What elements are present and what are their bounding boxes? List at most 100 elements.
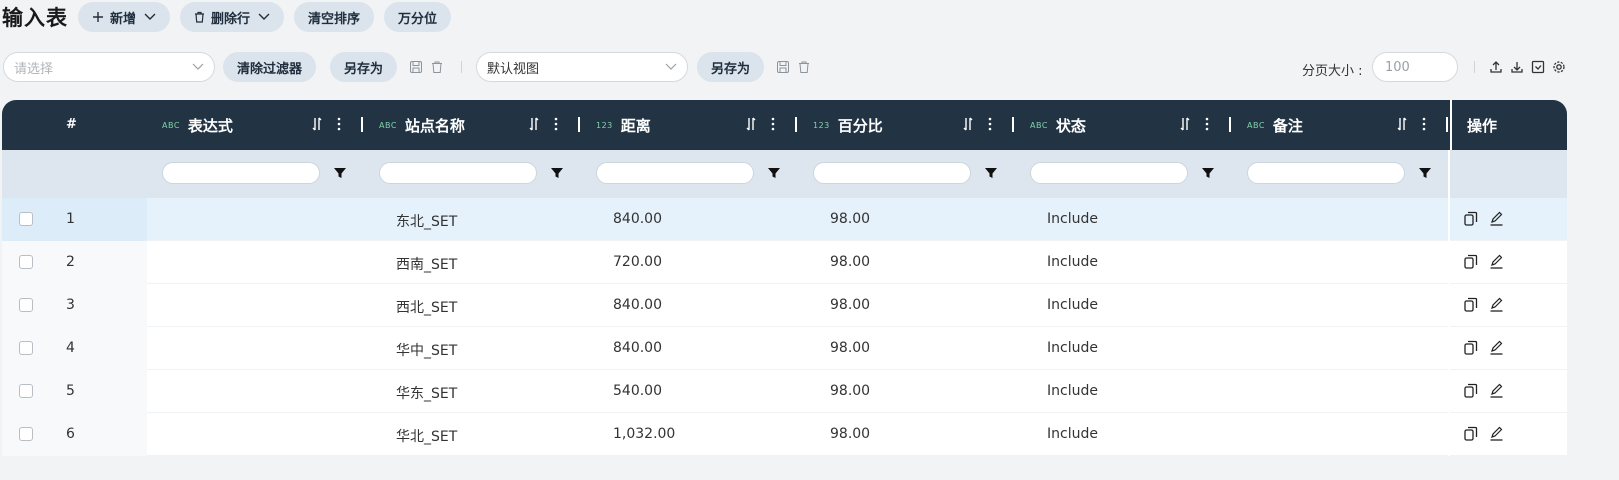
column-header[interactable]: ABC 表达式 [162,100,233,150]
table-row[interactable]: 4 华中_SET 840.00 98.00 Include [2,327,1567,370]
sort-icon[interactable] [746,117,756,131]
delete-row-button[interactable]: 删除行 [180,2,285,32]
filter-icon[interactable] [333,166,347,180]
sort-icon[interactable] [529,117,539,131]
edit-icon[interactable] [1489,340,1504,355]
thousands-button[interactable]: 万分位 [384,2,452,32]
more-icon[interactable] [771,117,775,131]
row-checkbox[interactable] [19,384,33,398]
column-filter-input[interactable] [379,162,537,184]
cell-distance[interactable]: 540.00 [613,383,662,399]
sort-icon[interactable] [1397,117,1407,131]
row-checkbox[interactable] [19,255,33,269]
filter-icon[interactable] [767,166,781,180]
more-icon[interactable] [988,117,992,131]
column-resize-handle[interactable] [795,117,797,132]
copy-icon[interactable] [1464,211,1478,226]
download-icon[interactable] [1510,60,1524,74]
table-row[interactable]: 3 西北_SET 840.00 98.00 Include [2,284,1567,327]
column-resize-handle[interactable] [1229,117,1231,132]
sort-icon[interactable] [963,117,973,131]
cell-status[interactable]: Include [1047,383,1098,399]
column-resize-handle[interactable] [1446,117,1448,132]
gear-icon[interactable] [1552,60,1566,74]
clear-filter-button[interactable]: 清除过滤器 [223,52,317,82]
cell-status[interactable]: Include [1047,254,1098,270]
clear-sort-button[interactable]: 清空排序 [294,2,375,32]
more-icon[interactable] [337,117,341,131]
cell-site[interactable]: 西北_SET [396,297,457,317]
cell-status[interactable]: Include [1047,297,1098,313]
column-resize-handle[interactable] [578,117,580,132]
cell-status[interactable]: Include [1047,340,1098,356]
cell-percent[interactable]: 98.00 [830,211,870,227]
column-header[interactable]: 123 百分比 [813,100,883,150]
filter-icon[interactable] [1418,166,1432,180]
cell-site[interactable]: 西南_SET [396,254,457,274]
edit-icon[interactable] [1489,211,1504,226]
column-filter-input[interactable] [813,162,971,184]
column-filter-input[interactable] [596,162,754,184]
more-icon[interactable] [554,117,558,131]
cell-percent[interactable]: 98.00 [830,254,870,270]
cell-site[interactable]: 华东_SET [396,383,457,403]
filter-icon[interactable] [984,166,998,180]
column-header[interactable]: ABC 备注 [1247,100,1303,150]
cell-distance[interactable]: 840.00 [613,340,662,356]
copy-icon[interactable] [1464,340,1478,355]
trash-icon[interactable] [430,60,444,74]
table-row[interactable]: 2 西南_SET 720.00 98.00 Include [2,241,1567,284]
column-resize-handle[interactable] [361,117,363,132]
upload-icon[interactable] [1489,60,1503,74]
copy-icon[interactable] [1464,383,1478,398]
filter-icon[interactable] [1201,166,1215,180]
column-resize-handle[interactable] [1012,117,1014,132]
column-header[interactable]: ABC 状态 [1030,100,1086,150]
sort-icon[interactable] [312,117,322,131]
cell-status[interactable]: Include [1047,426,1098,442]
cell-site[interactable]: 华北_SET [396,426,457,446]
page-size-input[interactable] [1372,52,1458,82]
table-row[interactable]: 6 华北_SET 1,032.00 98.00 Include [2,413,1567,456]
edit-icon[interactable] [1489,254,1504,269]
cell-distance[interactable]: 1,032.00 [613,426,675,442]
filter-icon[interactable] [550,166,564,180]
cell-site[interactable]: 华中_SET [396,340,457,360]
copy-icon[interactable] [1464,426,1478,441]
more-icon[interactable] [1205,117,1209,131]
edit-icon[interactable] [1489,297,1504,312]
cell-percent[interactable]: 98.00 [830,383,870,399]
sort-icon[interactable] [1180,117,1190,131]
cell-distance[interactable]: 840.00 [613,211,662,227]
edit-icon[interactable] [1489,426,1504,441]
cell-percent[interactable]: 98.00 [830,340,870,356]
more-icon[interactable] [1422,117,1426,131]
view-select[interactable]: 默认视图 [476,52,688,82]
table-row[interactable]: 1 东北_SET 840.00 98.00 Include [2,198,1567,241]
column-header[interactable]: 123 距离 [596,100,651,150]
table-row[interactable]: 5 华东_SET 540.00 98.00 Include [2,370,1567,413]
cell-distance[interactable]: 720.00 [613,254,662,270]
cell-status[interactable]: Include [1047,211,1098,227]
column-filter-input[interactable] [162,162,320,184]
row-checkbox[interactable] [19,212,33,226]
cell-distance[interactable]: 840.00 [613,297,662,313]
edit-icon[interactable] [1489,383,1504,398]
row-checkbox[interactable] [19,427,33,441]
save-icon[interactable] [409,60,423,74]
save-as-filter-button[interactable]: 另存为 [330,52,398,82]
add-button[interactable]: 新增 [78,2,171,32]
column-header[interactable]: ABC 站点名称 [379,100,465,150]
cell-site[interactable]: 东北_SET [396,211,457,231]
save-as-view-button[interactable]: 另存为 [697,52,765,82]
trash-icon[interactable] [797,60,811,74]
row-checkbox[interactable] [19,298,33,312]
filter-select[interactable]: 请选择 [3,52,215,82]
column-filter-input[interactable] [1030,162,1188,184]
save-icon[interactable] [776,60,790,74]
checkbox-icon[interactable] [1531,60,1545,74]
copy-icon[interactable] [1464,297,1478,312]
cell-percent[interactable]: 98.00 [830,297,870,313]
row-checkbox[interactable] [19,341,33,355]
copy-icon[interactable] [1464,254,1478,269]
